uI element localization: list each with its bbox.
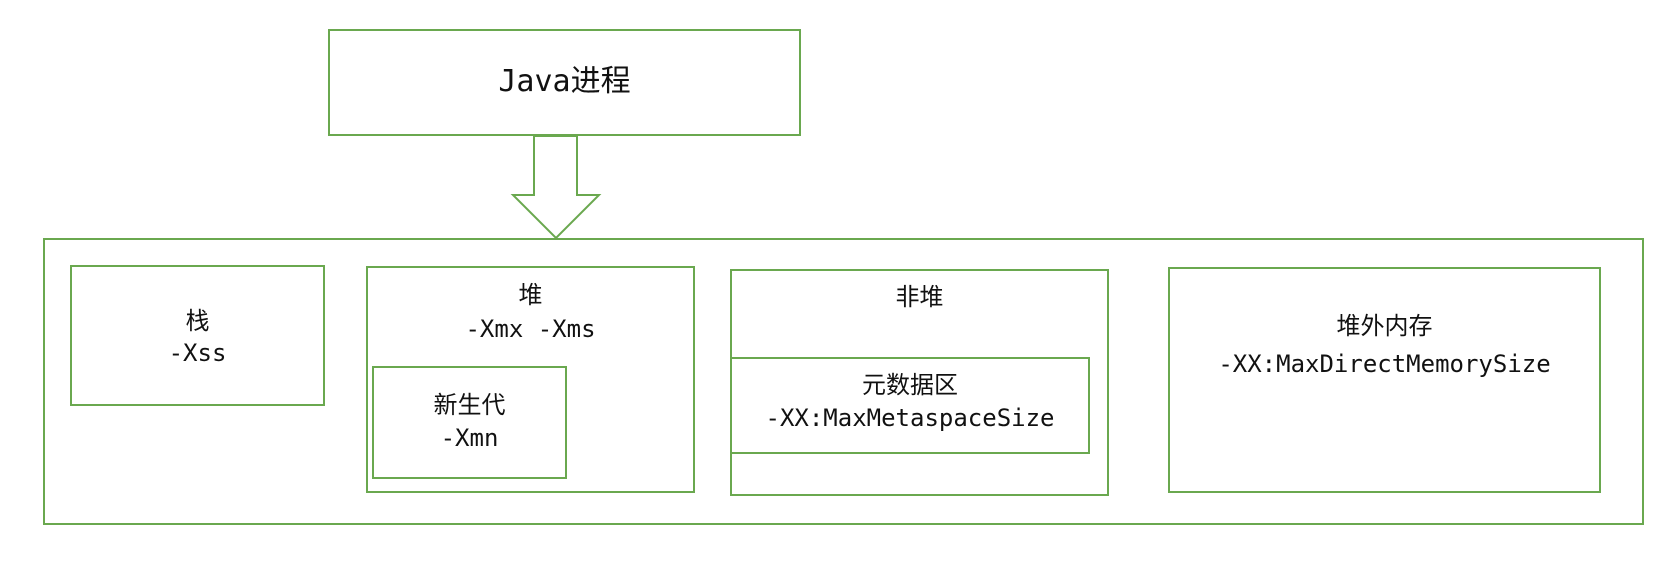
stack-title: 栈 (185, 307, 210, 335)
stack-box: 栈 -Xss (70, 265, 325, 406)
off-heap-box: 堆外内存 -XX:MaxDirectMemorySize (1168, 267, 1601, 493)
young-gen-flag: -Xmn (440, 424, 499, 452)
heap-flag: -Xmx -Xms (465, 315, 596, 343)
down-arrow-shape (510, 135, 602, 240)
non-heap-title: 非堆 (895, 283, 944, 311)
off-heap-flag: -XX:MaxDirectMemorySize (1218, 350, 1551, 378)
metaspace-title: 元数据区 (862, 371, 958, 399)
off-heap-title: 堆外内存 (1336, 312, 1433, 340)
metaspace-flag: -XX:MaxMetaspaceSize (765, 404, 1055, 432)
young-gen-box: 新生代 -Xmn (372, 366, 567, 479)
stack-flag: -Xss (168, 339, 227, 367)
young-gen-title: 新生代 (433, 391, 506, 419)
heap-title: 堆 (518, 281, 543, 309)
metaspace-box: 元数据区 -XX:MaxMetaspaceSize (730, 357, 1090, 454)
